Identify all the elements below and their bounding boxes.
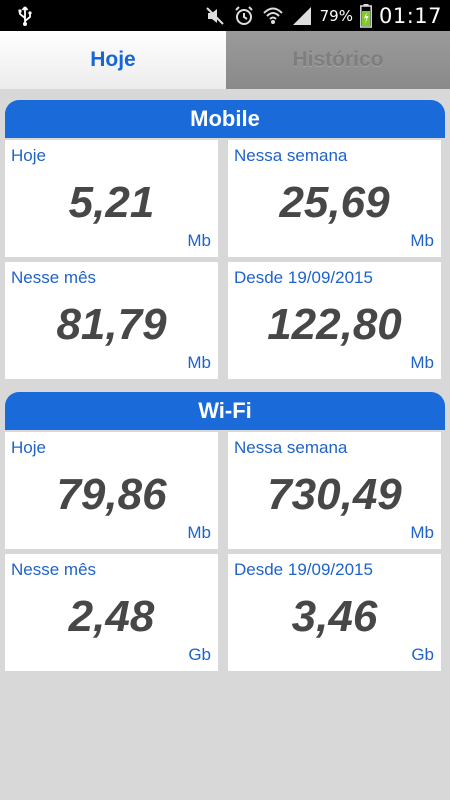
mute-icon [205,6,224,25]
stat-value: 5,21 [68,178,155,227]
stat-label: Nesse mês [11,268,97,287]
stat-unit: Mb [410,231,434,250]
stat-label: Nesse mês [11,560,97,579]
stat-card-today: Hoje 79,86 Mb [5,432,218,549]
stat-value: 2,48 [68,592,155,641]
stat-unit: Gb [188,645,211,664]
stat-value: 25,69 [279,178,390,227]
battery-percent: 79% [319,6,353,25]
stat-unit: Mb [410,523,434,542]
stat-card-since: Desde 19/09/2015 122,80 Mb [228,262,441,379]
stat-unit: Mb [410,353,434,372]
stat-label: Hoje [11,146,46,165]
stat-label: Desde 19/09/2015 [234,268,373,287]
stat-value: 3,46 [291,592,378,641]
stat-value: 730,49 [267,470,402,519]
stat-card-week: Nessa semana 25,69 Mb [228,140,441,257]
section-title-wifi: Wi-Fi [5,392,445,430]
battery-charging-icon [360,3,372,28]
tab-historico[interactable]: Histórico [226,31,450,89]
tab-hoje[interactable]: Hoje [0,31,226,89]
status-bar: 79% 01:17 [0,0,450,31]
stat-card-week: Nessa semana 730,49 Mb [228,432,441,549]
section-title-mobile: Mobile [5,100,445,138]
stat-value: 81,79 [56,300,167,349]
stat-value: 122,80 [267,300,402,349]
wifi-stats-grid: Hoje 79,86 Mb Nessa semana 730,49 Mb Nes… [5,430,445,671]
stat-card-today: Hoje 5,21 Mb [5,140,218,257]
stat-label: Desde 19/09/2015 [234,560,373,579]
stat-label: Hoje [11,438,46,457]
stat-label: Nessa semana [234,146,348,165]
usb-icon [14,5,34,26]
signal-icon [292,6,311,25]
status-icons: 79% 01:17 [204,0,442,31]
tab-bar: Hoje Histórico [0,31,450,89]
alarm-icon [234,5,253,25]
stat-unit: Mb [187,523,211,542]
stat-unit: Gb [411,645,434,664]
wifi-section: Wi-Fi Hoje 79,86 Mb Nessa semana 730,49 … [5,392,445,671]
mobile-section: Mobile Hoje 5,21 Mb Nessa semana 25,69 M… [5,100,445,379]
wifi-icon [262,7,283,24]
stat-unit: Mb [187,231,211,250]
stat-card-since: Desde 19/09/2015 3,46 Gb [228,554,441,671]
mobile-stats-grid: Hoje 5,21 Mb Nessa semana 25,69 Mb Nesse… [5,138,445,379]
stat-value: 79,86 [56,470,167,519]
stat-card-month: Nesse mês 81,79 Mb [5,262,218,379]
clock: 01:17 [378,3,442,28]
stat-card-month: Nesse mês 2,48 Gb [5,554,218,671]
stat-unit: Mb [187,353,211,372]
stat-label: Nessa semana [234,438,348,457]
